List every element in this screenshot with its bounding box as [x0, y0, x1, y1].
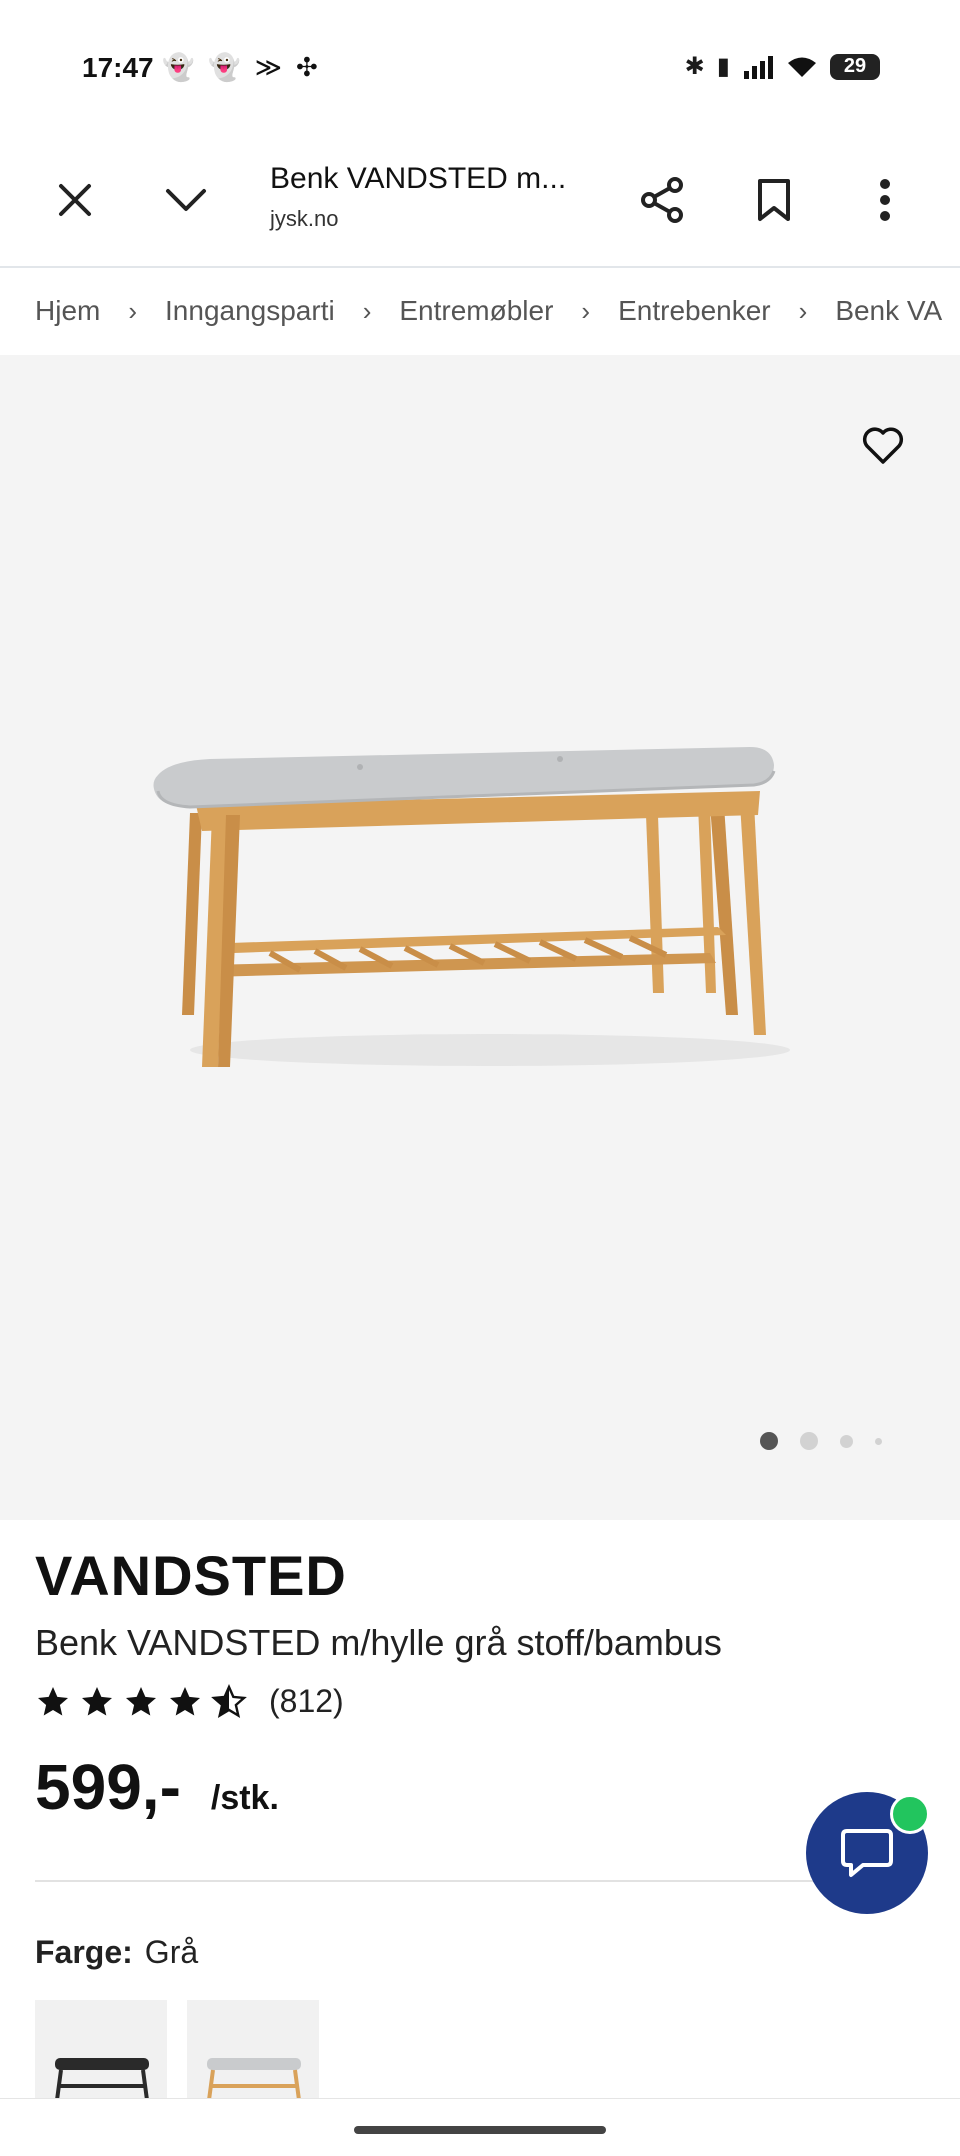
more-options-icon[interactable]: [855, 170, 915, 230]
color-selector: Farge: Grå: [35, 1934, 198, 1971]
breadcrumb-item-benches[interactable]: Entrebenker: [618, 295, 771, 327]
chevron-right-icon: ›: [581, 295, 591, 326]
breadcrumb-item-entrance[interactable]: Inngangsparti: [165, 295, 335, 327]
half-star-icon: [211, 1683, 247, 1718]
price-amount: 599,-: [35, 1751, 181, 1823]
chevron-right-icon: ›: [798, 295, 808, 326]
fan-icon: ✣: [295, 52, 318, 82]
gallery-pagination: [760, 1432, 882, 1450]
swatch-black-image: [55, 2058, 149, 2100]
chat-bubble-icon: [841, 1829, 893, 1877]
star-icon: [82, 1686, 112, 1715]
notification-icons: 👻 👻 ≫ ✣: [162, 52, 318, 82]
gallery-dot[interactable]: [800, 1432, 818, 1450]
swatch-grey-image: [207, 2058, 301, 2100]
breadcrumb-item-home[interactable]: Hjem: [35, 295, 100, 327]
review-count[interactable]: (812): [269, 1683, 344, 1720]
chevron-right-icon: ›: [362, 295, 372, 326]
swatch-grey[interactable]: [187, 2000, 319, 2100]
divider: [35, 1880, 895, 1882]
snapchat-icon: 👻: [162, 52, 195, 82]
product-name: Benk VANDSTED m/hylle grå stoff/bambus: [35, 1622, 722, 1663]
color-label: Farge:: [35, 1934, 133, 1970]
breadcrumb-item-furniture[interactable]: Entremøbler: [399, 295, 553, 327]
home-gesture-handle[interactable]: [354, 2126, 606, 2134]
price-unit: /stk.: [210, 1779, 279, 1817]
status-time: 17:47: [82, 52, 154, 83]
swatch-black[interactable]: [35, 2000, 167, 2100]
battery-icon: 29: [830, 53, 880, 80]
gallery-dot-active[interactable]: [760, 1432, 778, 1450]
tidal-icon: ≫: [254, 52, 282, 82]
star-icon: [170, 1686, 200, 1715]
browser-toolbar: Benk VANDSTED m... jysk.no: [0, 136, 960, 268]
share-icon[interactable]: [633, 170, 693, 230]
star-icon: [38, 1686, 68, 1715]
star-icon: [126, 1686, 156, 1715]
gallery-dot[interactable]: [875, 1437, 882, 1445]
heart-icon[interactable]: [861, 423, 905, 467]
snapchat-icon: 👻: [208, 52, 241, 82]
page-title: Benk VANDSTED m...: [270, 162, 567, 195]
wifi-icon: [788, 57, 816, 77]
online-indicator: [890, 1794, 930, 1834]
chevron-down-icon[interactable]: [156, 170, 216, 230]
signal-icon: [744, 55, 773, 79]
vibrate-icon: ▮: [716, 53, 730, 80]
color-value: Grå: [144, 1934, 199, 1970]
product-price: 599,- /stk.: [35, 1750, 279, 1824]
product-image: [153, 747, 790, 1067]
page-domain: jysk.no: [270, 206, 339, 231]
gallery-dot[interactable]: [840, 1434, 853, 1448]
bluetooth-icon: ✱: [684, 53, 705, 80]
system-icons: ✱ ▮ 29: [685, 52, 880, 81]
chevron-right-icon: ›: [128, 295, 138, 326]
bookmark-icon[interactable]: [744, 170, 804, 230]
close-icon[interactable]: [45, 170, 105, 230]
breadcrumb-item-current: Benk VA: [835, 295, 943, 326]
product-image-gallery[interactable]: [0, 355, 960, 1520]
breadcrumb: Hjem › Inngangsparti › Entremøbler › Ent…: [35, 268, 960, 354]
product-rating[interactable]: (812): [35, 1683, 344, 1720]
page-title-area[interactable]: Benk VANDSTED m... jysk.no: [270, 162, 590, 232]
status-bar: 17:47 👻 👻 ≫ ✣ ✱ ▮ 29: [0, 0, 960, 136]
product-brand: VANDSTED: [35, 1544, 347, 1607]
